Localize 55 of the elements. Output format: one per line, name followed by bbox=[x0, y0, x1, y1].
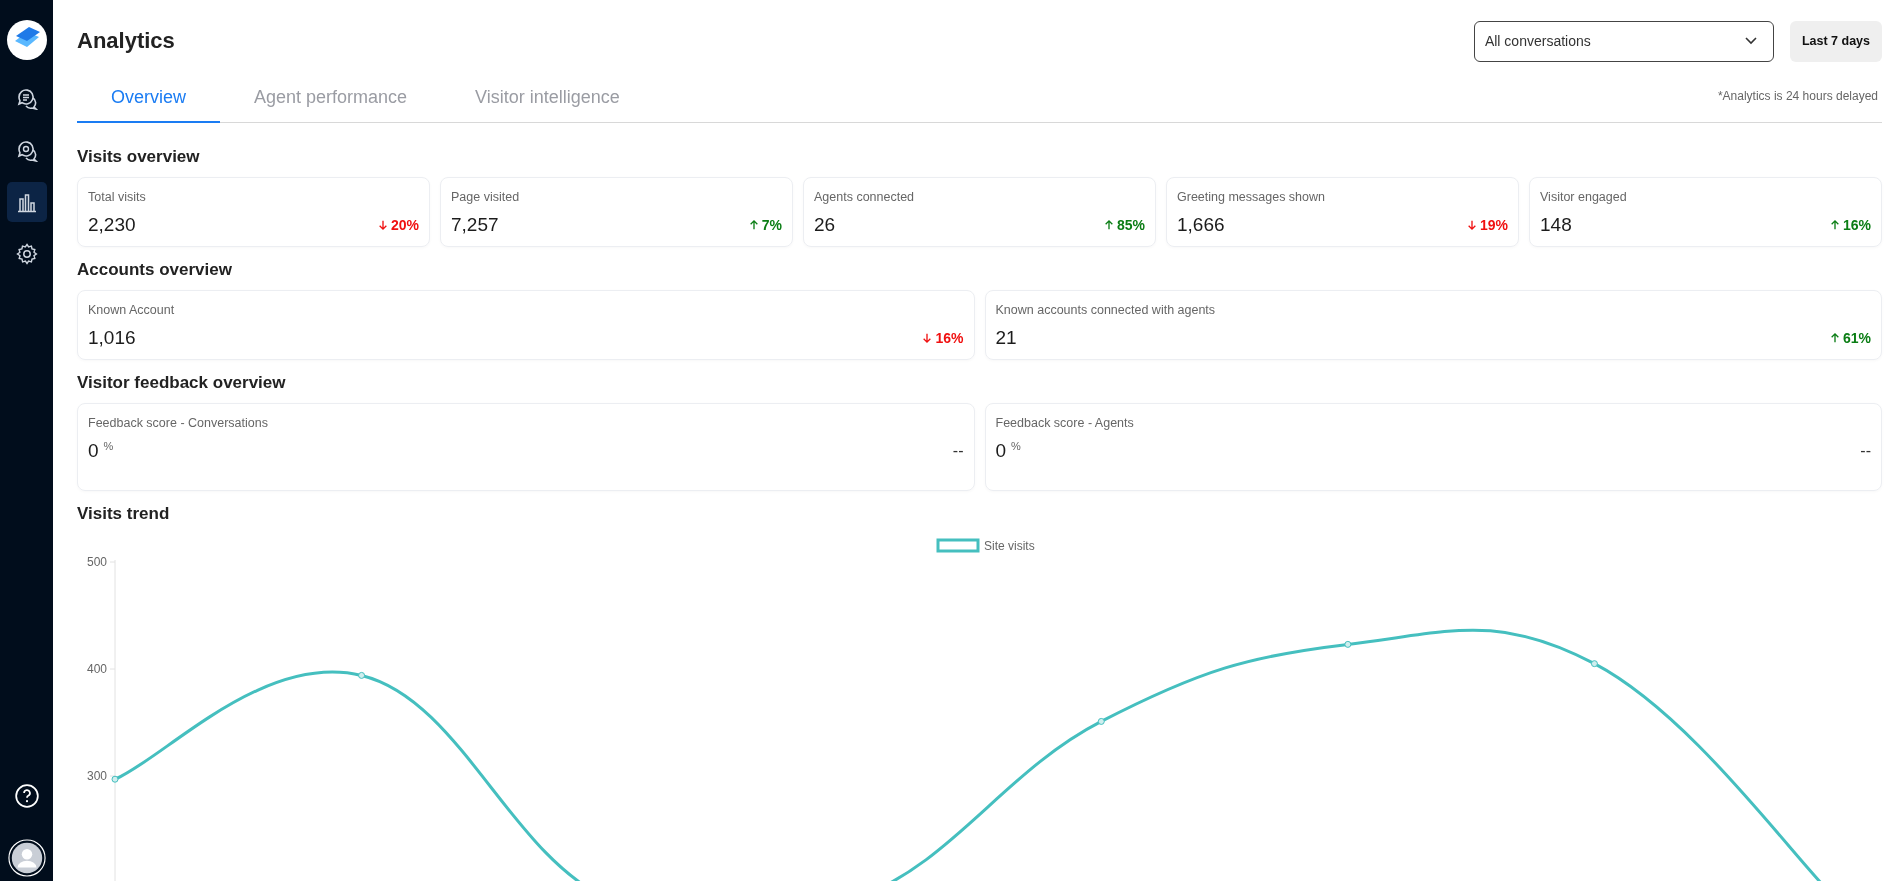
arrow-up-icon bbox=[748, 219, 759, 231]
metric-label: Known Account bbox=[88, 303, 176, 317]
section-heading: Visitor feedback overview bbox=[77, 372, 287, 394]
unit-label: % bbox=[1011, 440, 1021, 452]
date-range-button[interactable]: Last 7 days bbox=[1789, 20, 1882, 62]
change-percent: 61% bbox=[1842, 330, 1871, 346]
conversation-filter-dropdown[interactable]: All conversations bbox=[1473, 20, 1774, 62]
metric-value: 26 bbox=[814, 214, 836, 236]
settings-icon bbox=[14, 242, 39, 266]
metric-label: Visitor engaged bbox=[1540, 190, 1628, 204]
avatar-icon[interactable] bbox=[7, 839, 46, 877]
section-heading: Visits overview bbox=[77, 146, 201, 168]
metric-label: Greeting messages shown bbox=[1177, 190, 1326, 204]
arrow-up-icon bbox=[1103, 219, 1114, 231]
section-heading: Visits trend bbox=[77, 503, 171, 525]
change-percent: 19% bbox=[1479, 217, 1508, 233]
metric-value: 0 bbox=[88, 440, 99, 462]
metric-label: Feedback score - Conversations bbox=[88, 416, 269, 430]
metric-value: 1,666 bbox=[1177, 214, 1225, 236]
unit-label: % bbox=[103, 440, 114, 452]
metric-value: 2,230 bbox=[88, 214, 136, 236]
metric-label: Agents connected bbox=[814, 190, 916, 204]
metric-label: Total visits bbox=[88, 190, 147, 204]
axis-tick-label: 400 bbox=[86, 662, 107, 676]
change-percent: 7% bbox=[761, 217, 782, 233]
help-icon[interactable] bbox=[13, 783, 40, 809]
metric-label: Feedback score - Agents bbox=[995, 416, 1135, 430]
change-percent: 16% bbox=[1842, 217, 1871, 233]
logo-icon[interactable] bbox=[6, 20, 47, 60]
change-percent: 85% bbox=[1116, 217, 1145, 233]
arrow-down-icon bbox=[377, 219, 388, 231]
metric-label: Page visited bbox=[451, 190, 521, 204]
tab[interactable]: Overview bbox=[77, 62, 220, 123]
page-title: Analytics bbox=[77, 28, 175, 54]
nav-item[interactable] bbox=[6, 182, 47, 222]
change-percent: 20% bbox=[390, 217, 419, 233]
legend-label[interactable]: Site visits bbox=[984, 539, 1035, 553]
arrow-up-icon bbox=[1829, 219, 1840, 231]
metric-value: 1,016 bbox=[88, 327, 136, 349]
axis-tick-label: 500 bbox=[86, 555, 107, 569]
metric-value: 21 bbox=[995, 327, 1017, 349]
section-heading: Accounts overview bbox=[77, 259, 233, 281]
arrow-up-icon bbox=[1829, 332, 1840, 344]
metric-value: 7,257 bbox=[451, 214, 499, 236]
axis-tick-label: 300 bbox=[86, 769, 107, 783]
legend-swatch[interactable] bbox=[936, 538, 980, 553]
change-value: -- bbox=[952, 442, 964, 460]
arrow-down-icon bbox=[922, 332, 933, 344]
delay-note: *Analytics is 24 hours delayed bbox=[1717, 88, 1879, 105]
change-value: -- bbox=[1860, 442, 1871, 460]
arrow-down-icon bbox=[1466, 219, 1477, 231]
change-percent: 16% bbox=[935, 330, 964, 346]
metric-value: 148 bbox=[1540, 214, 1572, 236]
metric-label: Known accounts connected with agents bbox=[995, 303, 1217, 317]
metric-value: 0 bbox=[995, 440, 1007, 462]
